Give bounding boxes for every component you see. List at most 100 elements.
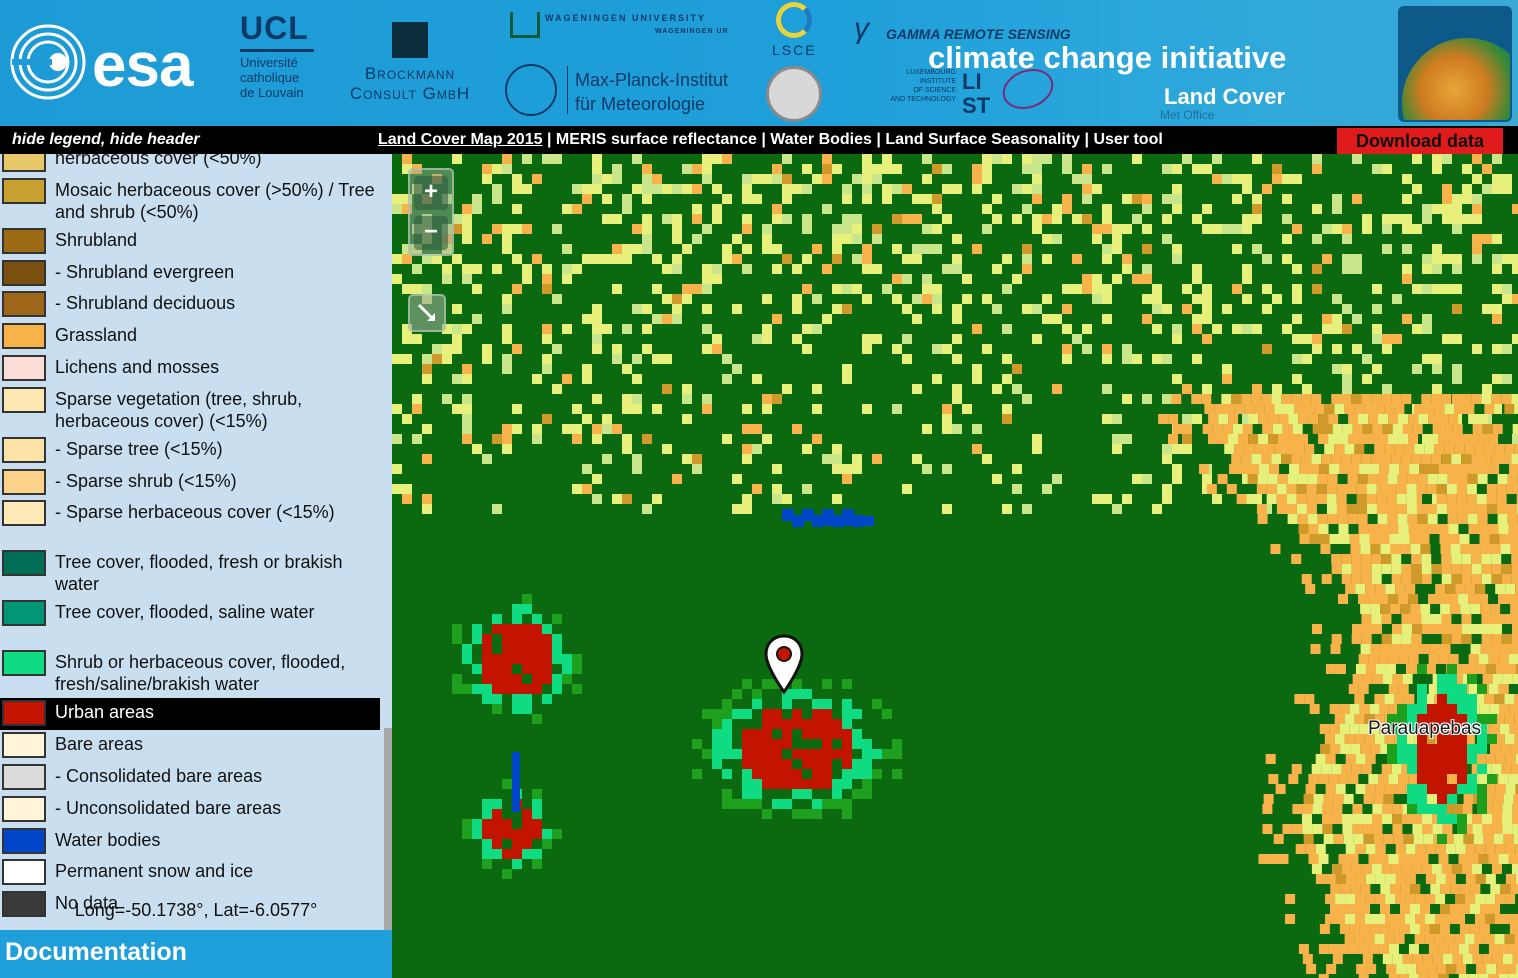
nav-link-water-bodies[interactable]: Water Bodies — [770, 131, 872, 148]
legend-item[interactable]: Mosaic herbaceous cover (>50%) / Tree an… — [0, 176, 380, 226]
list-logo[interactable]: LUXEMBOURG INSTITUTE OF SCIENCE AND TECH… — [880, 62, 1059, 118]
fullscreen-arrow-icon — [417, 303, 436, 322]
land-cover-subtitle: Land Cover — [1164, 84, 1286, 109]
legend-swatch — [2, 177, 46, 204]
legend-label: Shrub or herbaceous cover, flooded, fres… — [55, 652, 346, 695]
legend-label: - Sparse tree (<15%) — [55, 438, 223, 459]
legend-item[interactable]: Lichens and mosses — [0, 353, 380, 385]
legend-label: - Sparse shrub (<15%) — [55, 470, 237, 491]
legend-label: - Unconsolidated bare areas — [55, 797, 282, 818]
nav-link-meris-surface-reflectance[interactable]: MERIS surface reflectance — [556, 131, 757, 148]
legend-item[interactable]: Shrubland — [0, 226, 380, 258]
list-line-4: AND TECHNOLOGY — [890, 96, 956, 103]
earth-globe-icon[interactable] — [1398, 6, 1512, 122]
nav-separator: | — [1084, 131, 1089, 148]
legend-swatch — [2, 291, 46, 318]
nav-separator: | — [876, 131, 881, 148]
legend-label: Grassland — [55, 325, 138, 346]
legend-label: Tree cover, flooded, saline water — [55, 602, 315, 623]
legend-item[interactable]: Urban areas — [0, 698, 380, 731]
legend-item[interactable]: - Sparse tree (<15%) — [0, 435, 380, 467]
legend-item[interactable]: Sparse vegetation (tree, shrub, herbaceo… — [0, 385, 380, 435]
documentation-section[interactable]: Documentation — [0, 930, 392, 978]
legend-label: Permanent snow and ice — [55, 861, 254, 882]
coordinate-readout: Long=-50.1738°, Lat=-6.0577° — [74, 900, 318, 920]
ucl-line-3: de Louvain — [240, 85, 304, 100]
ucl-logo[interactable]: UCL Université catholique de Louvain — [240, 10, 320, 110]
university-seal-icon — [766, 66, 822, 122]
toggle-legend-header-link[interactable]: hide legend, hide header — [12, 131, 200, 149]
legend-item[interactable]: - Shrubland deciduous — [0, 289, 380, 321]
legend-swatch — [2, 550, 46, 577]
nav-separator: | — [761, 131, 766, 148]
legend-swatch — [2, 323, 46, 350]
legend-label: herbaceous cover (<50%) — [55, 154, 262, 168]
legend-list[interactable]: herbaceous cover (<50%) Mosaic herbaceous… — [0, 154, 380, 921]
legend-swatch — [2, 650, 46, 677]
legend-sidebar[interactable]: herbaceous cover (<50%) Mosaic herbaceous… — [0, 154, 392, 978]
legend-item[interactable]: Tree cover, flooded, fresh or brakish wa… — [0, 548, 380, 598]
esa-logo[interactable]: esa — [8, 22, 223, 102]
location-pin-icon[interactable] — [764, 634, 804, 696]
legend-item[interactable]: Shrub or herbaceous cover, flooded, fres… — [0, 648, 380, 698]
legend-item[interactable]: Bare areas — [0, 730, 380, 762]
lsce-label: LSCE — [772, 42, 817, 58]
land-cover-map[interactable]: + − Parauapebas — [392, 154, 1518, 978]
nav-link-land-surface-seasonality[interactable]: Land Surface Seasonality — [885, 131, 1080, 148]
zoom-out-button[interactable]: − — [414, 216, 448, 250]
legend-item[interactable]: - Consolidated bare areas — [0, 762, 380, 794]
legend-label: Shrubland — [55, 229, 138, 250]
mpi-logo[interactable]: Max-Planck-Institut für Meteorologie — [503, 62, 743, 122]
legend-item[interactable]: - Unconsolidated bare areas — [0, 794, 380, 826]
legend-item[interactable]: Water bodies — [0, 826, 380, 858]
legend-item[interactable]: Tree cover, flooded, saline water — [0, 598, 380, 648]
legend-swatch — [2, 227, 46, 254]
legend-swatch — [2, 386, 46, 413]
nav-separator: | — [546, 131, 552, 148]
legend-item[interactable]: Permanent snow and ice — [0, 857, 380, 889]
fullscreen-button[interactable] — [408, 294, 446, 332]
legend-swatch — [2, 795, 46, 822]
esa-emblem-icon — [10, 24, 86, 100]
legend-item[interactable]: - Sparse herbaceous cover (<15%) — [0, 498, 380, 548]
legend-item[interactable]: Grassland — [0, 321, 380, 353]
list-line-1: LUXEMBOURG — [906, 69, 956, 76]
esa-wordmark: esa — [92, 31, 193, 100]
app-window: esa UCL Université catholique de Louvain… — [0, 0, 1518, 978]
legend-swatch — [2, 763, 46, 790]
mpi-line-1: Max-Planck-Institut — [575, 70, 729, 90]
legend-label: Sparse vegetation (tree, shrub, herbaceo… — [55, 388, 303, 431]
nav-link-user-tool[interactable]: User tool — [1093, 131, 1162, 148]
download-data-button[interactable]: Download data — [1337, 128, 1503, 154]
legend-label: Water bodies — [55, 829, 161, 850]
legend-label: - Consolidated bare areas — [55, 765, 263, 786]
legend-label: - Shrubland deciduous — [55, 293, 236, 314]
wageningen-icon — [510, 12, 540, 38]
wageningen-logo[interactable]: WAGENINGEN UNIVERSITY WAGENINGEN UR — [500, 10, 740, 44]
nav-links: Land Cover Map 2015 | MERIS surface refl… — [378, 131, 1163, 149]
place-label-parauapebas: Parauapebas — [1368, 718, 1482, 739]
legend-label: Bare areas — [55, 734, 144, 755]
map-raster[interactable] — [392, 154, 1518, 978]
zoom-in-button[interactable]: + — [414, 176, 448, 210]
brockmann-logo[interactable]: Brockmann Consult GmbH — [330, 20, 490, 110]
lsce-spiral-icon — [776, 2, 812, 38]
legend-item[interactable]: - Shrubland evergreen — [0, 258, 380, 290]
brockmann-line-1: Brockmann — [364, 64, 456, 83]
wageningen-line-2: WAGENINGEN UR — [655, 28, 729, 35]
documentation-title[interactable]: Documentation — [5, 938, 187, 967]
lsce-logo[interactable]: LSCE — [764, 0, 824, 126]
legend-label: Tree cover, flooded, fresh or brakish wa… — [55, 552, 343, 595]
nav-link-land-cover-map-2015[interactable]: Land Cover Map 2015 — [378, 131, 543, 148]
mpi-divider — [567, 66, 568, 114]
legend-swatch — [2, 259, 46, 286]
legend-item[interactable]: - Sparse shrub (<15%) — [0, 467, 380, 499]
legend-swatch — [2, 468, 46, 495]
mpi-emblem-icon — [505, 64, 557, 116]
legend-swatch — [2, 859, 46, 886]
list-monogram-bottom: ST — [962, 93, 991, 118]
list-line-2: INSTITUTE — [919, 78, 956, 85]
globe-image — [1402, 38, 1510, 120]
legend-item[interactable]: herbaceous cover (<50%) — [0, 154, 380, 176]
legend-label: Mosaic herbaceous cover (>50%) / Tree an… — [55, 179, 375, 222]
